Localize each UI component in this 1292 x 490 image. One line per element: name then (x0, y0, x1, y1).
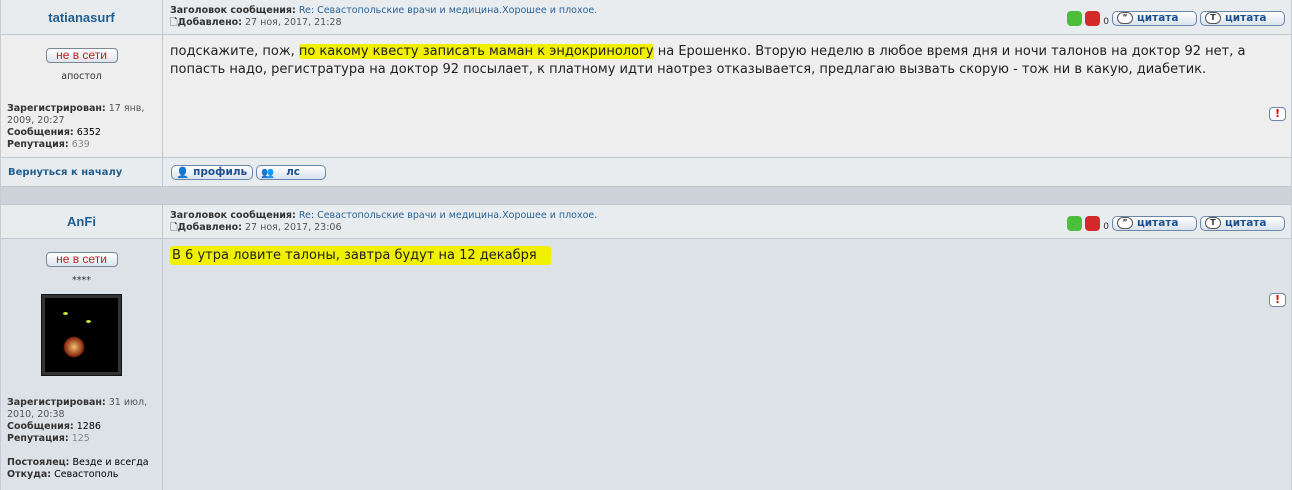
quote-button[interactable]: ” цитата (1112, 215, 1197, 231)
location-label: Откуда: (7, 469, 52, 480)
resident-value: Везде и всегда (72, 457, 149, 468)
report-button[interactable]: ! (1269, 107, 1286, 121)
profile-icon: 👤 (176, 166, 190, 179)
posts-count: 1286 (76, 421, 101, 432)
post-message: В 6 утра ловите талоны, завтра будут на … (163, 239, 1291, 490)
post-subject[interactable]: Re: Севастопольские врачи и медицина.Хор… (299, 210, 597, 221)
post-separator (1, 186, 1291, 204)
quote-selected-button[interactable]: Tцитата (1200, 10, 1285, 26)
posts-label: Сообщения: (7, 127, 74, 138)
quote-label: цитата (1225, 217, 1267, 229)
reputation-label: Репутация: (7, 139, 69, 150)
added-label: Добавлено: (177, 17, 242, 28)
post-author[interactable]: AnFi (1, 205, 163, 238)
post-icon: 🗋 (170, 17, 178, 28)
thumbs-down-icon[interactable] (1085, 215, 1101, 231)
users-icon: 👥 (261, 166, 275, 179)
thumbs-up-icon[interactable] (1067, 215, 1083, 231)
message-highlight: В 6 утра ловите талоны, завтра будут на … (170, 246, 551, 265)
profile-button[interactable]: 👤 профиль (171, 164, 253, 180)
added-label: Добавлено: (177, 222, 242, 233)
message-highlight: по какому квесту записать маман к эндокр… (298, 44, 654, 59)
user-rank: **** (72, 275, 91, 286)
message-text: подскажите, пож, (170, 44, 299, 59)
post-icon: 🗋 (170, 222, 178, 233)
pm-button[interactable]: 👥 лс (256, 164, 326, 180)
quote-label: цитата (1225, 12, 1267, 24)
quote-text-icon: T (1205, 12, 1221, 24)
post-1: tatianasurf Заголовок сообщения: Re: Сев… (0, 0, 1292, 204)
pm-label: лс (286, 166, 300, 178)
subject-label: Заголовок сообщения: (170, 210, 296, 221)
post-date: 27 ноя, 2017, 21:28 (245, 17, 342, 28)
quote-button[interactable]: ” цитата (1112, 10, 1197, 26)
post-message: подскажите, пож, по какому квесту записа… (163, 35, 1291, 157)
report-button[interactable]: ! (1269, 293, 1286, 307)
reputation-value: 639 (71, 139, 90, 150)
status-badge: не в сети (45, 252, 118, 267)
post-date: 27 ноя, 2017, 23:06 (245, 222, 342, 233)
rating-count: 0 (1103, 17, 1109, 27)
post-2: AnFi Заголовок сообщения: Re: Севастопол… (0, 204, 1292, 490)
quote-icon: ” (1117, 12, 1133, 24)
profile-label: профиль (193, 166, 248, 178)
reputation-label: Репутация: (7, 433, 69, 444)
posts-label: Сообщения: (7, 421, 74, 432)
quote-text-icon: T (1205, 217, 1221, 229)
subject-label: Заголовок сообщения: (170, 5, 296, 16)
quote-label: цитата (1137, 217, 1179, 229)
avatar (41, 294, 122, 376)
quote-selected-button[interactable]: Tцитата (1200, 215, 1285, 231)
posts-count: 6352 (76, 127, 101, 138)
post-author[interactable]: tatianasurf (1, 0, 163, 34)
back-to-top-link[interactable]: Вернуться к началу (1, 158, 163, 186)
user-rank: апостол (61, 71, 102, 82)
status-badge: не в сети (45, 48, 118, 63)
quote-icon: ” (1117, 217, 1133, 229)
resident-label: Постоялец: (7, 457, 70, 468)
thumbs-down-icon[interactable] (1085, 10, 1101, 26)
registered-label: Зарегистрирован: (7, 397, 106, 408)
quote-label: цитата (1137, 12, 1179, 24)
thumbs-up-icon[interactable] (1067, 10, 1083, 26)
reputation-value: 125 (71, 433, 90, 444)
registered-label: Зарегистрирован: (7, 103, 106, 114)
post-subject[interactable]: Re: Севастопольские врачи и медицина.Хор… (299, 5, 597, 16)
rating-count: 0 (1103, 222, 1109, 232)
location-value: Севастополь (54, 469, 119, 480)
